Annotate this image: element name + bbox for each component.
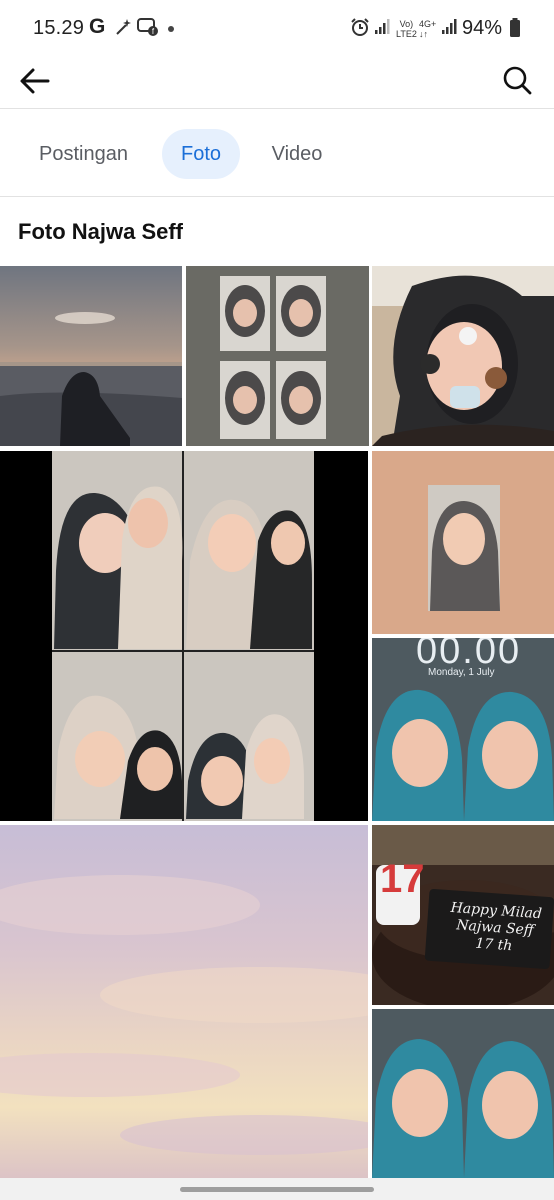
photo-peach-portrait[interactable] bbox=[372, 451, 554, 634]
photo-lockscreen-selfie[interactable]: 00.00 Monday, 1 July bbox=[372, 638, 554, 821]
alarm-icon bbox=[351, 18, 369, 36]
arrow-left-icon[interactable] bbox=[18, 64, 52, 98]
selfie-stickers-image bbox=[372, 266, 554, 446]
photo-beach-sunset[interactable] bbox=[0, 266, 182, 446]
signal-icon bbox=[375, 19, 390, 34]
photo-portrait-collage[interactable] bbox=[186, 266, 369, 446]
search-icon[interactable] bbox=[501, 64, 533, 96]
pastel-sky-image bbox=[0, 825, 368, 1178]
top-app-bar bbox=[0, 56, 554, 109]
group-collage-image bbox=[0, 451, 368, 821]
photo-birthday-cake[interactable]: 17 Happy Milad Najwa Seff 17 th bbox=[372, 825, 554, 1005]
teal-selfie-image bbox=[372, 1009, 554, 1178]
section-title: Foto Najwa Seff bbox=[18, 219, 184, 244]
navigation-bar bbox=[0, 1178, 554, 1200]
notification-dot-icon bbox=[168, 26, 174, 32]
data-arrows-icon: ↓↑ bbox=[419, 29, 428, 39]
battery-icon bbox=[510, 18, 520, 37]
beach-sunset-image bbox=[0, 266, 182, 446]
battery-percent: 94% bbox=[462, 17, 503, 39]
google-icon: G bbox=[89, 15, 106, 38]
portrait-collage-image bbox=[186, 266, 369, 446]
cake-candle-number: 17 bbox=[380, 857, 425, 901]
status-time: 15.29 bbox=[33, 17, 85, 39]
tab-foto[interactable]: Foto bbox=[162, 129, 240, 179]
home-gesture-handle[interactable] bbox=[180, 1187, 374, 1192]
photo-selfie-stickers[interactable] bbox=[372, 266, 554, 446]
magic-wand-icon bbox=[116, 19, 131, 35]
status-bar: 15.29 G f Vo) LTE2 4G+ ↓↑ 94% bbox=[0, 0, 554, 56]
tab-video[interactable]: Video bbox=[256, 129, 338, 179]
volte-text: Vo) bbox=[399, 19, 414, 29]
tab-postingan[interactable]: Postingan bbox=[20, 129, 147, 179]
signal-icon-2 bbox=[442, 19, 457, 34]
lte2-text: LTE2 bbox=[396, 29, 417, 39]
lockscreen-date: Monday, 1 July bbox=[428, 667, 495, 678]
4g-text: 4G+ bbox=[419, 19, 437, 29]
peach-portrait-image bbox=[372, 451, 554, 634]
cake-message: Happy Milad Najwa Seff 17 th bbox=[434, 899, 554, 958]
messenger-icon: f bbox=[137, 18, 158, 36]
volte-label: Vo) LTE2 bbox=[396, 19, 417, 39]
photo-pastel-sky[interactable] bbox=[0, 825, 368, 1178]
photo-group-collage[interactable] bbox=[0, 451, 368, 821]
tab-bar: Postingan Foto Video bbox=[0, 110, 554, 197]
network-4g-label: 4G+ ↓↑ bbox=[419, 19, 436, 39]
photo-teal-selfie[interactable] bbox=[372, 1009, 554, 1178]
